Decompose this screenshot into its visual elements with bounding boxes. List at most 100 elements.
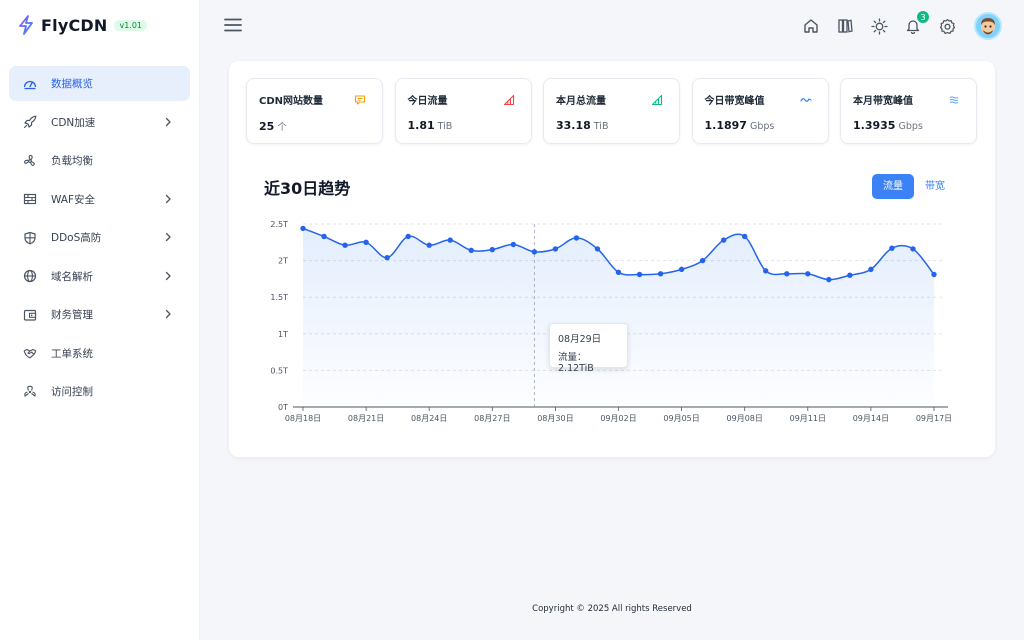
data-point-09-17 [931, 271, 937, 278]
wallet-icon [23, 308, 37, 322]
y-tick-label: 2T [278, 257, 288, 266]
sidebar-item-label: 财务管理 [51, 309, 93, 321]
tooltip-value: 流量： 2.12TiB [558, 352, 594, 374]
sidebar-item-label: 负载均衡 [51, 155, 93, 167]
firewall-icon [23, 192, 37, 206]
data-point-09-01 [594, 246, 601, 252]
settings-icon[interactable] [938, 17, 956, 35]
data-point-08-19 [321, 233, 327, 240]
chevron-right-icon [162, 193, 174, 205]
data-point-08-22 [384, 254, 390, 261]
rocket-icon [23, 115, 37, 129]
data-point-08-21 [363, 239, 369, 245]
x-tick-label: 09月11日 [790, 414, 826, 423]
data-point-08-25 [447, 237, 453, 243]
sidebar-item-label: DDoS高防 [51, 232, 102, 244]
tooltip-date: 08月29日 [558, 334, 602, 345]
chevron-right-icon [162, 270, 174, 282]
lightning-logo-icon [19, 15, 33, 35]
data-point-08-23 [405, 233, 411, 240]
notification-badge: 3 [916, 10, 930, 24]
header-actions: 3 [786, 10, 1002, 40]
data-point-08-20 [342, 242, 348, 248]
version-badge: v1.01 [114, 19, 148, 31]
access-icon [23, 385, 37, 399]
chevron-right-icon [162, 308, 174, 320]
chevron-right-icon [162, 231, 174, 243]
sidebar-item-label: 工单系统 [51, 347, 93, 360]
data-point-09-10 [784, 271, 790, 277]
sidebar-item-label: 数据概览 [51, 78, 93, 90]
sidebar-item-5[interactable]: 域名解析 [9, 259, 190, 294]
sidebar-item-4[interactable]: DDoS高防 [9, 220, 190, 255]
hamburger-menu-icon[interactable] [224, 17, 242, 33]
data-point-08-18 [300, 225, 306, 232]
trend-chart[interactable]: 0T 0.5T 1T 1.5T 2T 2.5T 08月18日 08月21日 08月24日 08月2… [229, 61, 995, 457]
data-point-09-13 [847, 272, 853, 278]
data-point-08-24 [426, 242, 432, 248]
brand[interactable]: FlyCDN v1.01 [0, 0, 199, 50]
data-point-09-12 [826, 276, 832, 283]
x-tick-label: 09月02日 [600, 414, 636, 423]
x-tick-label: 08月24日 [411, 414, 447, 423]
data-point-09-08 [742, 233, 748, 240]
x-tick-label: 09月17日 [916, 414, 952, 423]
sidebar-menu: 数据概览 CDN加速负载均衡 WAF安全 DDoS高防 域名解析财务管理工单系统访问控制 [0, 66, 199, 409]
shield-icon [23, 231, 37, 245]
bell-icon[interactable]: 3 [904, 10, 930, 35]
handshake-icon [23, 346, 37, 360]
data-point-09-15 [889, 245, 895, 251]
x-tick-label: 08月27日 [474, 414, 510, 423]
sidebar-item-6[interactable]: 财务管理 [9, 297, 190, 332]
data-point-09-07 [720, 237, 727, 243]
x-tick-label: 08月21日 [348, 414, 384, 423]
top-header: 3 [200, 0, 1024, 52]
data-point-08-27 [489, 246, 495, 253]
chart-tooltip: 08月29日 流量： 2.12TiB [549, 323, 628, 374]
x-tick-label: 09月08日 [727, 414, 763, 423]
sidebar: FlyCDN v1.01 数据概览 CDN加速负载均衡 WAF安全 DDoS高防 域名解… [0, 0, 200, 640]
sun-icon[interactable] [870, 17, 888, 35]
chevron-right-icon [162, 116, 174, 128]
area-fill [303, 228, 934, 407]
fan-icon [23, 154, 37, 168]
data-point-09-14 [868, 266, 874, 273]
dashboard-card: CDN网站数量 25 个今日流量 1.81 TiB 本月总流量 33.18 TiB 今日带宽峰值… [229, 61, 995, 457]
user-avatar[interactable] [974, 12, 1002, 40]
sidebar-item-3[interactable]: WAF安全 [9, 182, 190, 217]
sidebar-item-2[interactable]: 负载均衡 [9, 143, 190, 178]
y-tick-label: 1T [278, 330, 288, 339]
y-tick-label: 0T [278, 403, 288, 412]
x-tick-label: 08月18日 [285, 414, 321, 423]
brand-name: FlyCDN [41, 15, 108, 35]
data-point-08-26 [468, 247, 474, 254]
sidebar-item-8[interactable]: 访问控制 [9, 374, 190, 409]
x-tick-label: 08月30日 [537, 414, 573, 423]
dashboard-icon [23, 77, 37, 91]
sidebar-item-label: 访问控制 [51, 386, 93, 398]
data-point-08-28 [510, 241, 517, 248]
home-icon[interactable] [802, 17, 820, 35]
sidebar-item-0[interactable]: 数据概览 [9, 66, 190, 101]
data-point-09-16 [910, 246, 916, 252]
y-tick-label: 2.5T [270, 220, 288, 229]
data-point-09-02 [615, 269, 622, 276]
y-tick-label: 1.5T [270, 293, 288, 302]
sidebar-item-label: CDN加速 [51, 116, 96, 129]
data-point-09-11 [805, 271, 811, 277]
y-tick-label: 0.5T [270, 366, 288, 375]
sidebar-item-label: WAF安全 [51, 193, 96, 206]
data-point-09-03 [636, 271, 643, 278]
x-tick-label: 09月05日 [663, 414, 699, 423]
data-point-09-09 [763, 268, 769, 274]
sidebar-item-label: 域名解析 [51, 270, 93, 283]
globe-icon [23, 269, 37, 283]
sidebar-item-1[interactable]: CDN加速 [9, 105, 190, 140]
sidebar-item-7[interactable]: 工单系统 [9, 336, 190, 371]
books-icon[interactable] [836, 17, 854, 35]
footer-copyright: Copyright © 2025 All rights Reserved [532, 604, 692, 614]
data-point-08-29 [531, 249, 538, 255]
data-point-09-05 [678, 266, 685, 273]
data-point-09-06 [699, 257, 706, 264]
data-point-09-04 [657, 271, 664, 277]
